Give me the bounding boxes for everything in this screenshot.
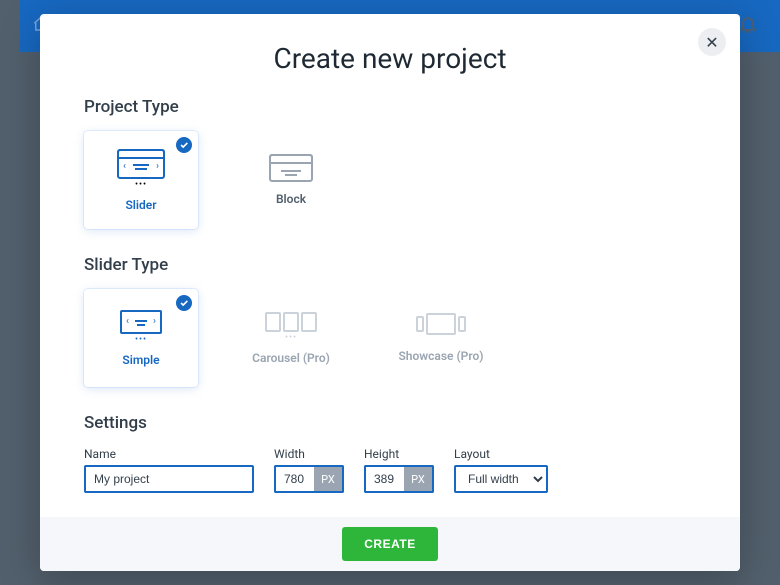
close-icon: ✕	[705, 33, 718, 52]
slider-type-heading: Slider Type	[84, 255, 696, 275]
layout-select[interactable]: Full width	[454, 465, 548, 493]
pagination-dots-icon: •••	[135, 337, 147, 343]
name-input[interactable]	[84, 465, 254, 493]
project-type-cards: ‹› ••• Slider Block	[84, 131, 696, 229]
slider-type-simple[interactable]: ‹› ••• Simple	[84, 289, 198, 387]
modal-body: Create new project Project Type ‹› ••• S…	[40, 14, 740, 517]
layout-field: Layout Full width	[454, 447, 548, 493]
width-field: Width PX	[274, 447, 344, 493]
create-project-modal: ✕ Create new project Project Type ‹› •••…	[40, 14, 740, 571]
card-label: Slider	[125, 198, 156, 212]
height-field: Height PX	[364, 447, 434, 493]
create-button[interactable]: CREATE	[342, 527, 437, 561]
modal-close-button[interactable]: ✕	[698, 28, 726, 56]
pagination-dots-icon: •••	[135, 182, 147, 188]
width-input[interactable]	[274, 465, 314, 493]
card-label: Carousel (Pro)	[252, 351, 330, 365]
slider-type-cards: ‹› ••• Simple ••• Carousel (Pro) Showcas…	[84, 289, 696, 387]
notification-bell-icon[interactable]	[738, 14, 758, 38]
slider-type-showcase: Showcase (Pro)	[384, 289, 498, 387]
name-field: Name	[84, 447, 254, 493]
height-label: Height	[364, 447, 434, 461]
height-input[interactable]	[364, 465, 404, 493]
card-label: Block	[276, 192, 306, 206]
showcase-icon	[416, 313, 466, 335]
carousel-icon	[265, 312, 317, 332]
pagination-dots-icon: •••	[285, 335, 297, 341]
card-label: Showcase (Pro)	[398, 349, 483, 363]
slider-icon: ‹›	[117, 149, 165, 179]
settings-heading: Settings	[84, 413, 696, 433]
width-label: Width	[274, 447, 344, 461]
card-label: Simple	[122, 353, 159, 367]
selected-badge-icon	[176, 137, 192, 153]
modal-title: Create new project	[84, 42, 696, 75]
modal-footer: CREATE	[40, 517, 740, 571]
simple-slider-icon: ‹›	[120, 310, 162, 334]
height-unit[interactable]: PX	[404, 465, 434, 493]
name-label: Name	[84, 447, 254, 461]
project-type-block[interactable]: Block	[234, 131, 348, 229]
width-unit[interactable]: PX	[314, 465, 344, 493]
layout-label: Layout	[454, 447, 548, 461]
slider-type-carousel: ••• Carousel (Pro)	[234, 289, 348, 387]
settings-row: Name Width PX Height PX Layout	[84, 447, 696, 493]
project-type-slider[interactable]: ‹› ••• Slider	[84, 131, 198, 229]
selected-badge-icon	[176, 295, 192, 311]
project-type-heading: Project Type	[84, 97, 696, 117]
block-icon	[269, 154, 313, 182]
